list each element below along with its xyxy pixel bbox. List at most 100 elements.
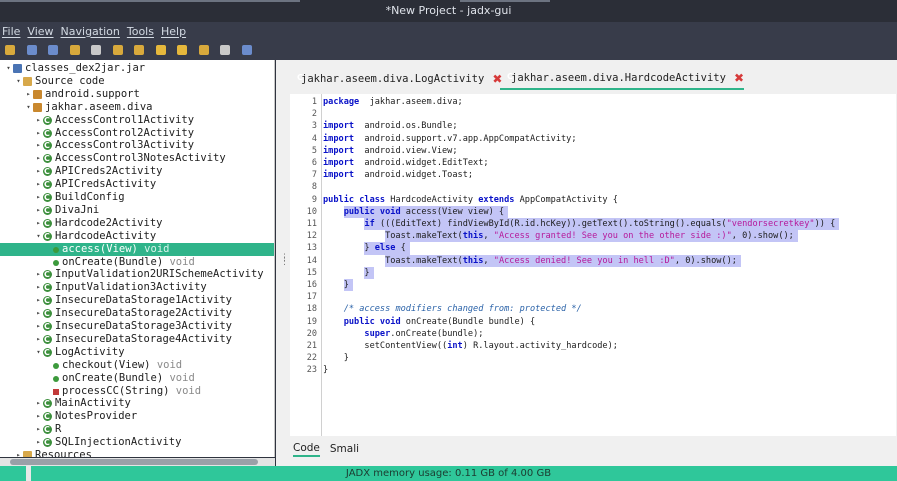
tree-item[interactable]: ▸ android.support: [0, 88, 274, 101]
tree-item[interactable]: ▾ jakhar.aseem.diva: [0, 101, 274, 114]
tree-item[interactable]: ▸ InsecureDataStorage2Activity: [0, 307, 274, 320]
code-token: ,: [483, 231, 494, 242]
collapsed-arrow-icon[interactable]: ▸: [24, 88, 33, 101]
menu-navigation[interactable]: Navigation: [61, 25, 120, 38]
collapsed-arrow-icon[interactable]: ▸: [34, 333, 43, 346]
collapsed-arrow-icon[interactable]: ▸: [34, 152, 43, 165]
log-viewer-icon[interactable]: [218, 43, 232, 57]
collapsed-arrow-icon[interactable]: ▸: [34, 165, 43, 178]
tree-item[interactable]: ▸ DivaJni: [0, 204, 274, 217]
tree-method-item[interactable]: onCreate(Bundle) void: [0, 372, 274, 385]
tree-item[interactable]: ▸ APICredsActivity: [0, 178, 274, 191]
tree-method-item[interactable]: onCreate(Bundle) void: [0, 255, 274, 269]
collapsed-arrow-icon[interactable]: ▸: [34, 217, 43, 230]
tree-item[interactable]: ▸ MainActivity: [0, 397, 274, 410]
tree-item[interactable]: ▸ InsecureDataStorage3Activity: [0, 320, 274, 333]
collapsed-arrow-icon[interactable]: ▸: [34, 410, 43, 423]
tree-item[interactable]: ▸ AccessControl3Activity: [0, 139, 274, 152]
tree-horizontal-scrollbar[interactable]: [0, 458, 275, 466]
tree-method-item[interactable]: processCC(String) void: [0, 385, 274, 398]
code-token: )) {: [814, 219, 836, 229]
collapsed-arrow-icon[interactable]: ▸: [34, 139, 43, 152]
collapsed-arrow-icon[interactable]: ▸: [34, 127, 43, 140]
tree-item[interactable]: ▸R: [0, 423, 274, 436]
line-number: 9: [311, 194, 317, 205]
code-editor[interactable]: 1 2 3 4 5 6 7 8 9 10 11 12 13 14 15 16 17 18 19 20 21 22 23 pa…: [290, 94, 896, 436]
collapsed-arrow-icon[interactable]: ▸: [34, 294, 43, 307]
expanded-arrow-icon[interactable]: ▾: [4, 62, 13, 75]
code-token: AppCompatActivity {: [514, 194, 618, 205]
collapsed-arrow-icon[interactable]: ▸: [34, 204, 43, 217]
collapsed-arrow-icon[interactable]: ▸: [34, 320, 43, 333]
tree-item[interactable]: ▸ InputValidation2URISchemeActivity: [0, 268, 274, 281]
tree-item[interactable]: ▾ HardcodeActivity: [0, 230, 274, 243]
private-method-icon: [53, 388, 59, 395]
code-token: , 0).show();: [731, 231, 794, 242]
collapsed-arrow-icon[interactable]: ▸: [34, 178, 43, 191]
tree-item[interactable]: ▸ SQLInjectionActivity: [0, 436, 274, 449]
tree-item[interactable]: ▸ InsecureDataStorage1Activity: [0, 294, 274, 307]
menu-view[interactable]: View: [27, 25, 53, 38]
tree-item[interactable]: ▸ Resources: [0, 449, 274, 457]
collapsed-arrow-icon[interactable]: ▸: [34, 191, 43, 204]
decompile-all-icon[interactable]: [197, 43, 211, 57]
tree-item[interactable]: ▸ AccessControl1Activity: [0, 114, 274, 127]
back-icon[interactable]: [154, 43, 168, 57]
tree-item[interactable]: ▸ Hardcode2Activity: [0, 217, 274, 230]
collapsed-arrow-icon[interactable]: ▸: [34, 436, 43, 449]
text-search-icon[interactable]: [111, 43, 125, 57]
add-files-icon[interactable]: [25, 43, 39, 57]
tree-item[interactable]: ▸ APICreds2Activity: [0, 165, 274, 178]
class-icon: [43, 436, 52, 449]
collapsed-arrow-icon[interactable]: ▸: [34, 307, 43, 320]
project-tree[interactable]: ▾ classes_dex2jar.jar ▾ Source code ▸ android…: [0, 60, 275, 457]
tab-code[interactable]: Code: [293, 442, 320, 457]
collapsed-arrow-icon[interactable]: ▸: [34, 397, 43, 410]
tree-item[interactable]: ▸ BuildConfig: [0, 191, 274, 204]
tree-method-item[interactable]: checkout(View) void: [0, 359, 274, 372]
tree-item[interactable]: ▸ InputValidation3Activity: [0, 281, 274, 294]
open-file-icon[interactable]: [3, 43, 17, 57]
tree-method-item[interactable]: access(View) void: [0, 242, 274, 256]
method-icon: [53, 259, 59, 266]
class-icon: [43, 139, 52, 152]
sync-tree-icon[interactable]: [68, 43, 82, 57]
tree-item[interactable]: ▾ Source code: [0, 75, 274, 88]
expanded-arrow-icon[interactable]: ▾: [24, 101, 33, 114]
close-tab-icon[interactable]: ✖: [734, 71, 744, 85]
tab-hardcode-activity[interactable]: jakhar.aseem.diva.HardcodeActivity ✖: [500, 68, 744, 90]
collapsed-arrow-icon[interactable]: ▸: [34, 268, 43, 281]
tree-item[interactable]: ▾ LogActivity: [0, 346, 274, 359]
tree-item-label: onCreate(Bundle): [62, 255, 164, 268]
tree-item[interactable]: ▸ InsecureDataStorage4Activity: [0, 333, 274, 346]
expanded-arrow-icon[interactable]: ▾: [34, 230, 43, 243]
tree-item[interactable]: ▸ NotesProvider: [0, 410, 274, 423]
tree-item[interactable]: ▾ classes_dex2jar.jar: [0, 62, 274, 75]
collapsed-arrow-icon[interactable]: ▸: [14, 449, 23, 457]
scrollbar-thumb[interactable]: [10, 459, 258, 465]
expanded-arrow-icon[interactable]: ▾: [14, 75, 23, 88]
keyword-token: super: [364, 328, 391, 339]
code-line: }: [323, 267, 369, 279]
tab-log-activity[interactable]: jakhar.aseem.diva.LogActivity ✖: [290, 68, 502, 90]
collapsed-arrow-icon[interactable]: ▸: [34, 114, 43, 127]
menu-file[interactable]: File: [2, 25, 20, 38]
tree-item[interactable]: ▸ AccessControl2Activity: [0, 127, 274, 140]
class-icon: [43, 127, 52, 140]
class-search-icon[interactable]: [132, 43, 146, 57]
menu-tools[interactable]: Tools: [127, 25, 154, 38]
save-all-icon[interactable]: [46, 43, 60, 57]
tab-smali[interactable]: Smali: [330, 443, 359, 455]
menu-help[interactable]: Help: [161, 25, 186, 38]
flatten-packages-icon[interactable]: [89, 43, 103, 57]
expanded-arrow-icon[interactable]: ▾: [34, 346, 43, 359]
forward-icon[interactable]: [175, 43, 189, 57]
preferences-icon[interactable]: [240, 43, 254, 57]
keyword-token: else: [374, 243, 396, 254]
collapsed-arrow-icon[interactable]: ▸: [34, 423, 43, 436]
collapsed-arrow-icon[interactable]: ▸: [34, 281, 43, 294]
tree-item-label: APICredsActivity: [55, 178, 157, 191]
panel-splitter[interactable]: ⋮ ⋮: [276, 60, 289, 466]
tree-item[interactable]: ▸ AccessControl3NotesActivity: [0, 152, 274, 165]
